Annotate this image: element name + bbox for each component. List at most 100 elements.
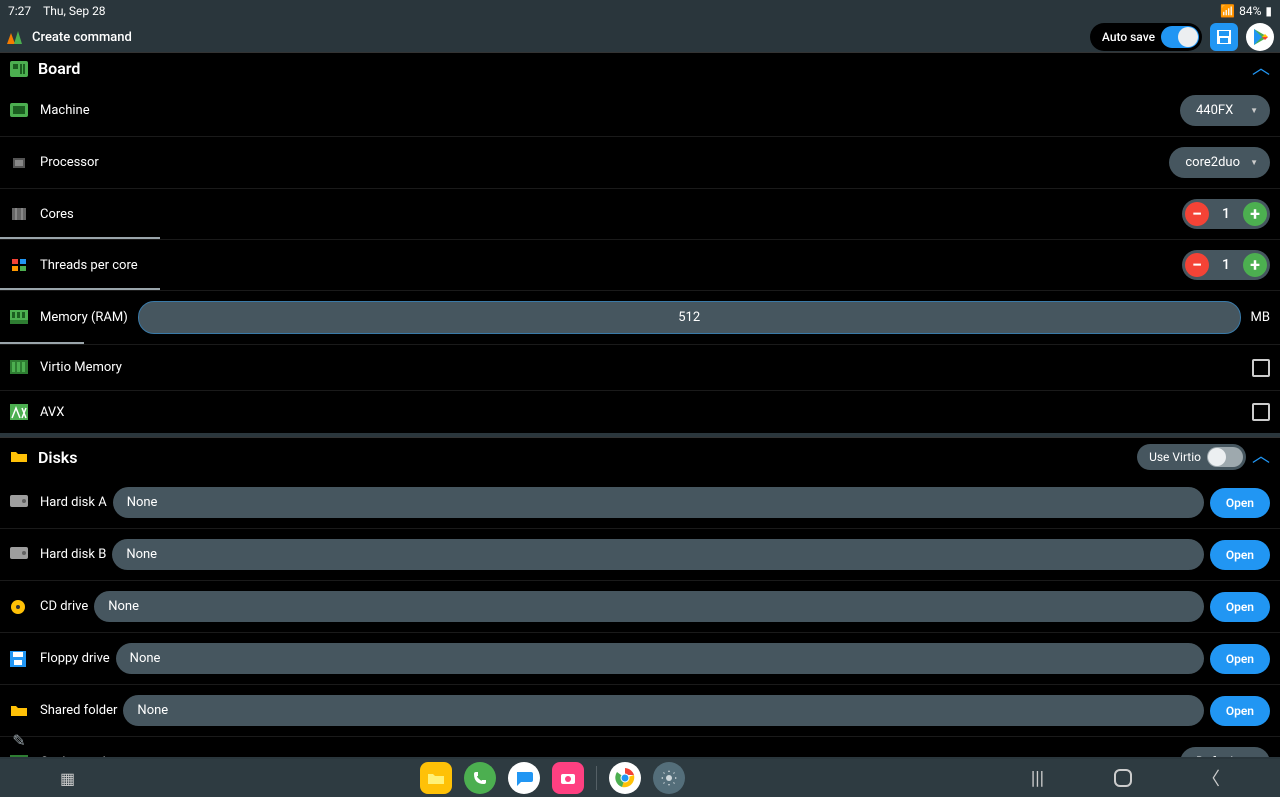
row-avx: AVX [0, 391, 1280, 437]
row-cores: Cores − 1 + [0, 189, 1280, 240]
use-virtio-label: Use Virtio [1149, 450, 1201, 464]
edit-icon[interactable]: ✎ [6, 727, 32, 753]
autosave-label: Auto save [1102, 30, 1155, 44]
machine-label: Machine [40, 103, 90, 118]
settings-app-icon[interactable] [653, 762, 685, 794]
machine-dropdown[interactable]: 440FX [1180, 95, 1270, 126]
virtio-mem-label: Virtio Memory [40, 360, 122, 375]
threads-value: 1 [1217, 257, 1235, 273]
cores-minus[interactable]: − [1185, 202, 1209, 226]
cd-drive-label: CD drive [40, 599, 88, 614]
cd-drive-field[interactable]: None [94, 591, 1204, 622]
signal-icon: 📶 [1220, 4, 1235, 18]
navigation-dock: ▦ ||| 〈 [0, 759, 1280, 797]
messages-app-icon[interactable] [508, 762, 540, 794]
dock-divider [596, 766, 597, 790]
memory-label: Memory (RAM) [40, 310, 128, 325]
threads-minus[interactable]: − [1185, 253, 1209, 277]
recent-apps-button[interactable]: ||| [1031, 768, 1044, 789]
cores-label: Cores [40, 207, 74, 222]
avx-icon [10, 404, 28, 420]
hdd-icon [10, 547, 28, 563]
floppy-label: Floppy drive [40, 651, 110, 666]
processor-dropdown[interactable]: core2duo [1169, 147, 1270, 178]
avx-checkbox[interactable] [1252, 403, 1270, 421]
virtio-mem-checkbox[interactable] [1252, 359, 1270, 377]
row-machine: Machine 440FX [0, 85, 1280, 137]
cache-mode-label: Cache mode [40, 755, 113, 757]
memory-input[interactable] [138, 301, 1241, 334]
processor-icon [10, 155, 28, 171]
app-drawer-icon[interactable]: ▦ [60, 769, 75, 788]
cd-icon [10, 599, 28, 615]
cache-mode-dropdown[interactable]: Default [1180, 747, 1270, 757]
hard-disk-b-label: Hard disk B [40, 547, 106, 562]
floppy-icon [10, 651, 28, 667]
home-button[interactable] [1114, 769, 1132, 787]
disks-icon [10, 449, 28, 465]
cores-icon [10, 206, 28, 222]
row-shared: Shared folder None Open [0, 685, 1280, 737]
cores-value: 1 [1217, 206, 1235, 222]
hard-disk-b-open[interactable]: Open [1210, 540, 1270, 570]
play-store-icon[interactable] [1246, 23, 1274, 51]
save-button[interactable] [1210, 23, 1238, 51]
hard-disk-a-open[interactable]: Open [1210, 488, 1270, 518]
cores-stepper: − 1 + [1182, 199, 1270, 229]
row-cache-mode: Cache mode Default [0, 737, 1280, 757]
camera-app-icon[interactable] [552, 762, 584, 794]
row-floppy: Floppy drive None Open [0, 633, 1280, 685]
section-header-disks[interactable]: Disks Use Virtio ︿ [0, 437, 1280, 477]
row-threads: Threads per core − 1 + [0, 240, 1280, 291]
use-virtio-toggle[interactable] [1207, 447, 1243, 467]
collapse-disks-icon[interactable]: ︿ [1252, 448, 1270, 466]
back-button[interactable]: 〈 [1202, 765, 1220, 791]
autosave-toggle-wrap: Auto save [1090, 23, 1202, 51]
cores-plus[interactable]: + [1243, 202, 1267, 226]
app-toolbar: Create command Auto save [0, 22, 1280, 52]
section-title-disks: Disks [38, 448, 77, 467]
shared-open[interactable]: Open [1210, 696, 1270, 726]
phone-app-icon[interactable] [464, 762, 496, 794]
floppy-open[interactable]: Open [1210, 644, 1270, 674]
folder-icon [10, 703, 28, 719]
collapse-board-icon[interactable]: ︿ [1252, 60, 1270, 78]
battery-icon: ▮ [1265, 4, 1272, 18]
memory-unit: MB [1251, 310, 1270, 325]
processor-label: Processor [40, 155, 99, 170]
machine-icon [10, 103, 28, 119]
battery-percent: 84% [1239, 4, 1261, 18]
board-icon [10, 61, 28, 77]
autosave-toggle[interactable] [1161, 26, 1199, 48]
memory-icon [10, 310, 28, 326]
shared-field[interactable]: None [123, 695, 1203, 726]
cd-drive-open[interactable]: Open [1210, 592, 1270, 622]
row-processor: Processor core2duo [0, 137, 1280, 189]
hard-disk-a-label: Hard disk A [40, 495, 107, 510]
hard-disk-a-field[interactable]: None [113, 487, 1204, 518]
avx-label: AVX [40, 405, 64, 420]
floppy-field[interactable]: None [116, 643, 1204, 674]
page-title: Create command [32, 30, 132, 45]
row-virtio-mem: Virtio Memory [0, 345, 1280, 391]
status-bar: 7:27 Thu, Sep 28 📶 84% ▮ [0, 0, 1280, 22]
files-app-icon[interactable] [420, 762, 452, 794]
shared-label: Shared folder [40, 703, 117, 718]
threads-icon [10, 257, 28, 273]
status-time: 7:27 [8, 4, 31, 18]
hdd-icon [10, 495, 28, 511]
status-date: Thu, Sep 28 [43, 4, 105, 18]
use-virtio-wrap: Use Virtio [1137, 444, 1246, 470]
section-title-board: Board [38, 59, 80, 78]
hard-disk-b-field[interactable]: None [112, 539, 1204, 570]
threads-stepper: − 1 + [1182, 250, 1270, 280]
virtio-mem-icon [10, 360, 28, 376]
cache-icon [10, 755, 28, 758]
threads-label: Threads per core [40, 258, 138, 273]
threads-plus[interactable]: + [1243, 253, 1267, 277]
chrome-app-icon[interactable] [609, 762, 641, 794]
row-cd-drive: CD drive None Open [0, 581, 1280, 633]
row-hard-disk-a: Hard disk A None Open [0, 477, 1280, 529]
section-header-board[interactable]: Board ︿ [0, 52, 1280, 85]
row-memory: Memory (RAM) MB [0, 291, 1280, 345]
